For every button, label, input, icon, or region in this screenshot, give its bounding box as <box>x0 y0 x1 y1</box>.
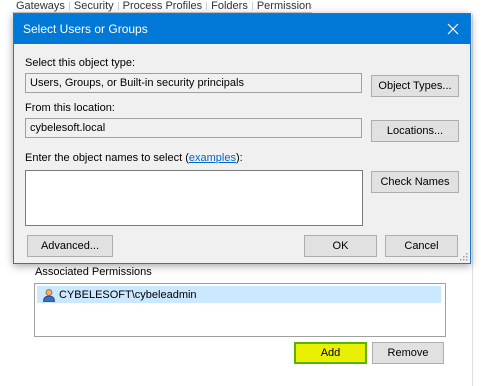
object-type-label: Select this object type: <box>25 57 136 69</box>
tab-gateways[interactable]: Gateways <box>12 1 70 12</box>
background-divider <box>472 14 473 386</box>
check-names-button[interactable]: Check Names <box>371 171 459 193</box>
examples-link[interactable]: examples <box>189 152 236 164</box>
object-names-label-suffix: ): <box>235 152 243 164</box>
tab-folders[interactable]: Folders <box>207 1 253 12</box>
object-names-label-prefix: Enter the object names to select ( <box>25 152 189 164</box>
tab-security[interactable]: Security <box>70 1 119 12</box>
tab-process-profiles[interactable]: Process Profiles <box>119 1 208 12</box>
user-icon <box>42 288 56 302</box>
resize-grip-icon[interactable] <box>460 253 468 261</box>
background-tab-strip: Gateways Security Process Profiles Folders P… <box>12 0 312 13</box>
associated-permissions-label: Associated Permissions <box>35 266 152 278</box>
close-button[interactable] <box>436 14 470 44</box>
close-icon <box>447 23 459 35</box>
ok-button[interactable]: OK <box>304 235 377 257</box>
locations-button[interactable]: Locations... <box>371 120 459 142</box>
select-users-dialog: Select Users or Groups Select this objec… <box>13 13 471 264</box>
tab-permissions[interactable]: Permissions <box>253 1 312 12</box>
cancel-button[interactable]: Cancel <box>385 235 458 257</box>
object-names-input[interactable] <box>25 170 363 226</box>
associated-permissions-list[interactable]: CYBELESOFT\cybeleadmin <box>34 283 446 337</box>
advanced-button[interactable]: Advanced... <box>27 235 113 257</box>
remove-button[interactable]: Remove <box>372 342 444 364</box>
add-button[interactable]: Add <box>294 342 367 364</box>
location-label: From this location: <box>25 102 115 114</box>
object-types-button[interactable]: Object Types... <box>371 75 459 97</box>
dialog-titlebar[interactable]: Select Users or Groups <box>14 14 470 44</box>
dialog-title: Select Users or Groups <box>23 22 148 36</box>
object-names-label: Enter the object names to select (exampl… <box>25 152 243 164</box>
user-name: CYBELESOFT\cybeleadmin <box>59 288 197 301</box>
object-type-field: Users, Groups, or Built-in security prin… <box>25 73 362 93</box>
list-item[interactable]: CYBELESOFT\cybeleadmin <box>37 286 441 303</box>
location-field: cybelesoft.local <box>25 118 362 138</box>
